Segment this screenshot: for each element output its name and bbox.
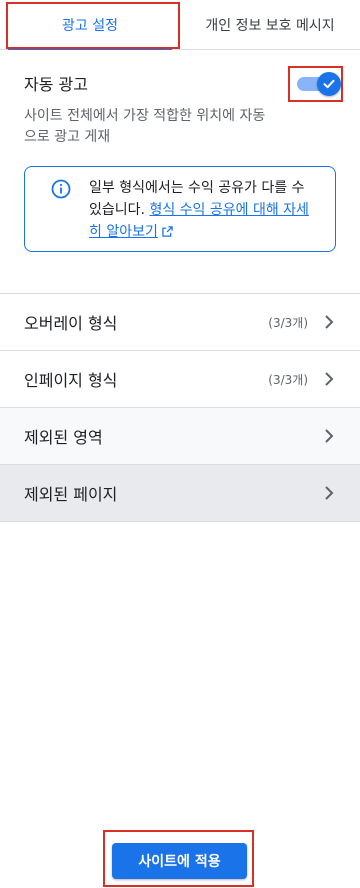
- info-icon: [51, 179, 71, 203]
- tab-privacy-messages[interactable]: 개인 정보 보호 메시지: [180, 0, 360, 49]
- list-item-in-page-formats[interactable]: 인페이지 형식 (3/3개): [0, 351, 360, 408]
- toggle-track: [296, 72, 341, 96]
- tab-bar: 광고 설정 개인 정보 보호 메시지: [0, 0, 360, 50]
- auto-ads-description: 사이트 전체에서 가장 적합한 위치에 자동으로 광고 게재: [24, 108, 266, 145]
- auto-ads-toggle[interactable]: [288, 66, 343, 102]
- tab-ad-settings-label: 광고 설정: [62, 17, 118, 34]
- list-item-label: 인페이지 형식: [24, 371, 118, 390]
- notice-text: 일부 형식에서는 수익 공유가 다를 수 있습니다. 형식 수익 공유에 대해 …: [89, 177, 319, 244]
- external-link-icon: [162, 222, 173, 244]
- chevron-right-icon: [322, 427, 336, 445]
- list-item-excluded-areas[interactable]: 제외된 영역: [0, 408, 360, 465]
- chevron-right-icon: [322, 370, 336, 388]
- list-item-count: (3/3개): [268, 372, 308, 387]
- tab-privacy-messages-label: 개인 정보 보호 메시지: [205, 17, 335, 34]
- list-item-label: 제외된 영역: [24, 428, 103, 447]
- list-item-label: 제외된 페이지: [24, 485, 118, 504]
- apply-to-site-button[interactable]: 사이트에 적용: [112, 843, 247, 879]
- list-item-count: (3/3개): [268, 315, 308, 330]
- tab-ad-settings[interactable]: 광고 설정: [0, 0, 180, 50]
- list-item-label: 오버레이 형식: [24, 314, 118, 333]
- revenue-share-notice: 일부 형식에서는 수익 공유가 다를 수 있습니다. 형식 수익 공유에 대해 …: [24, 166, 336, 252]
- format-settings-list: 오버레이 형식 (3/3개) 인페이지 형식 (3/3개) 제외된 영역 제외된…: [0, 293, 360, 522]
- check-icon: [316, 72, 341, 96]
- chevron-right-icon: [322, 484, 336, 502]
- chevron-right-icon: [322, 313, 336, 331]
- list-item-excluded-pages[interactable]: 제외된 페이지: [0, 465, 360, 522]
- list-item-overlay-formats[interactable]: 오버레이 형식 (3/3개): [0, 294, 360, 351]
